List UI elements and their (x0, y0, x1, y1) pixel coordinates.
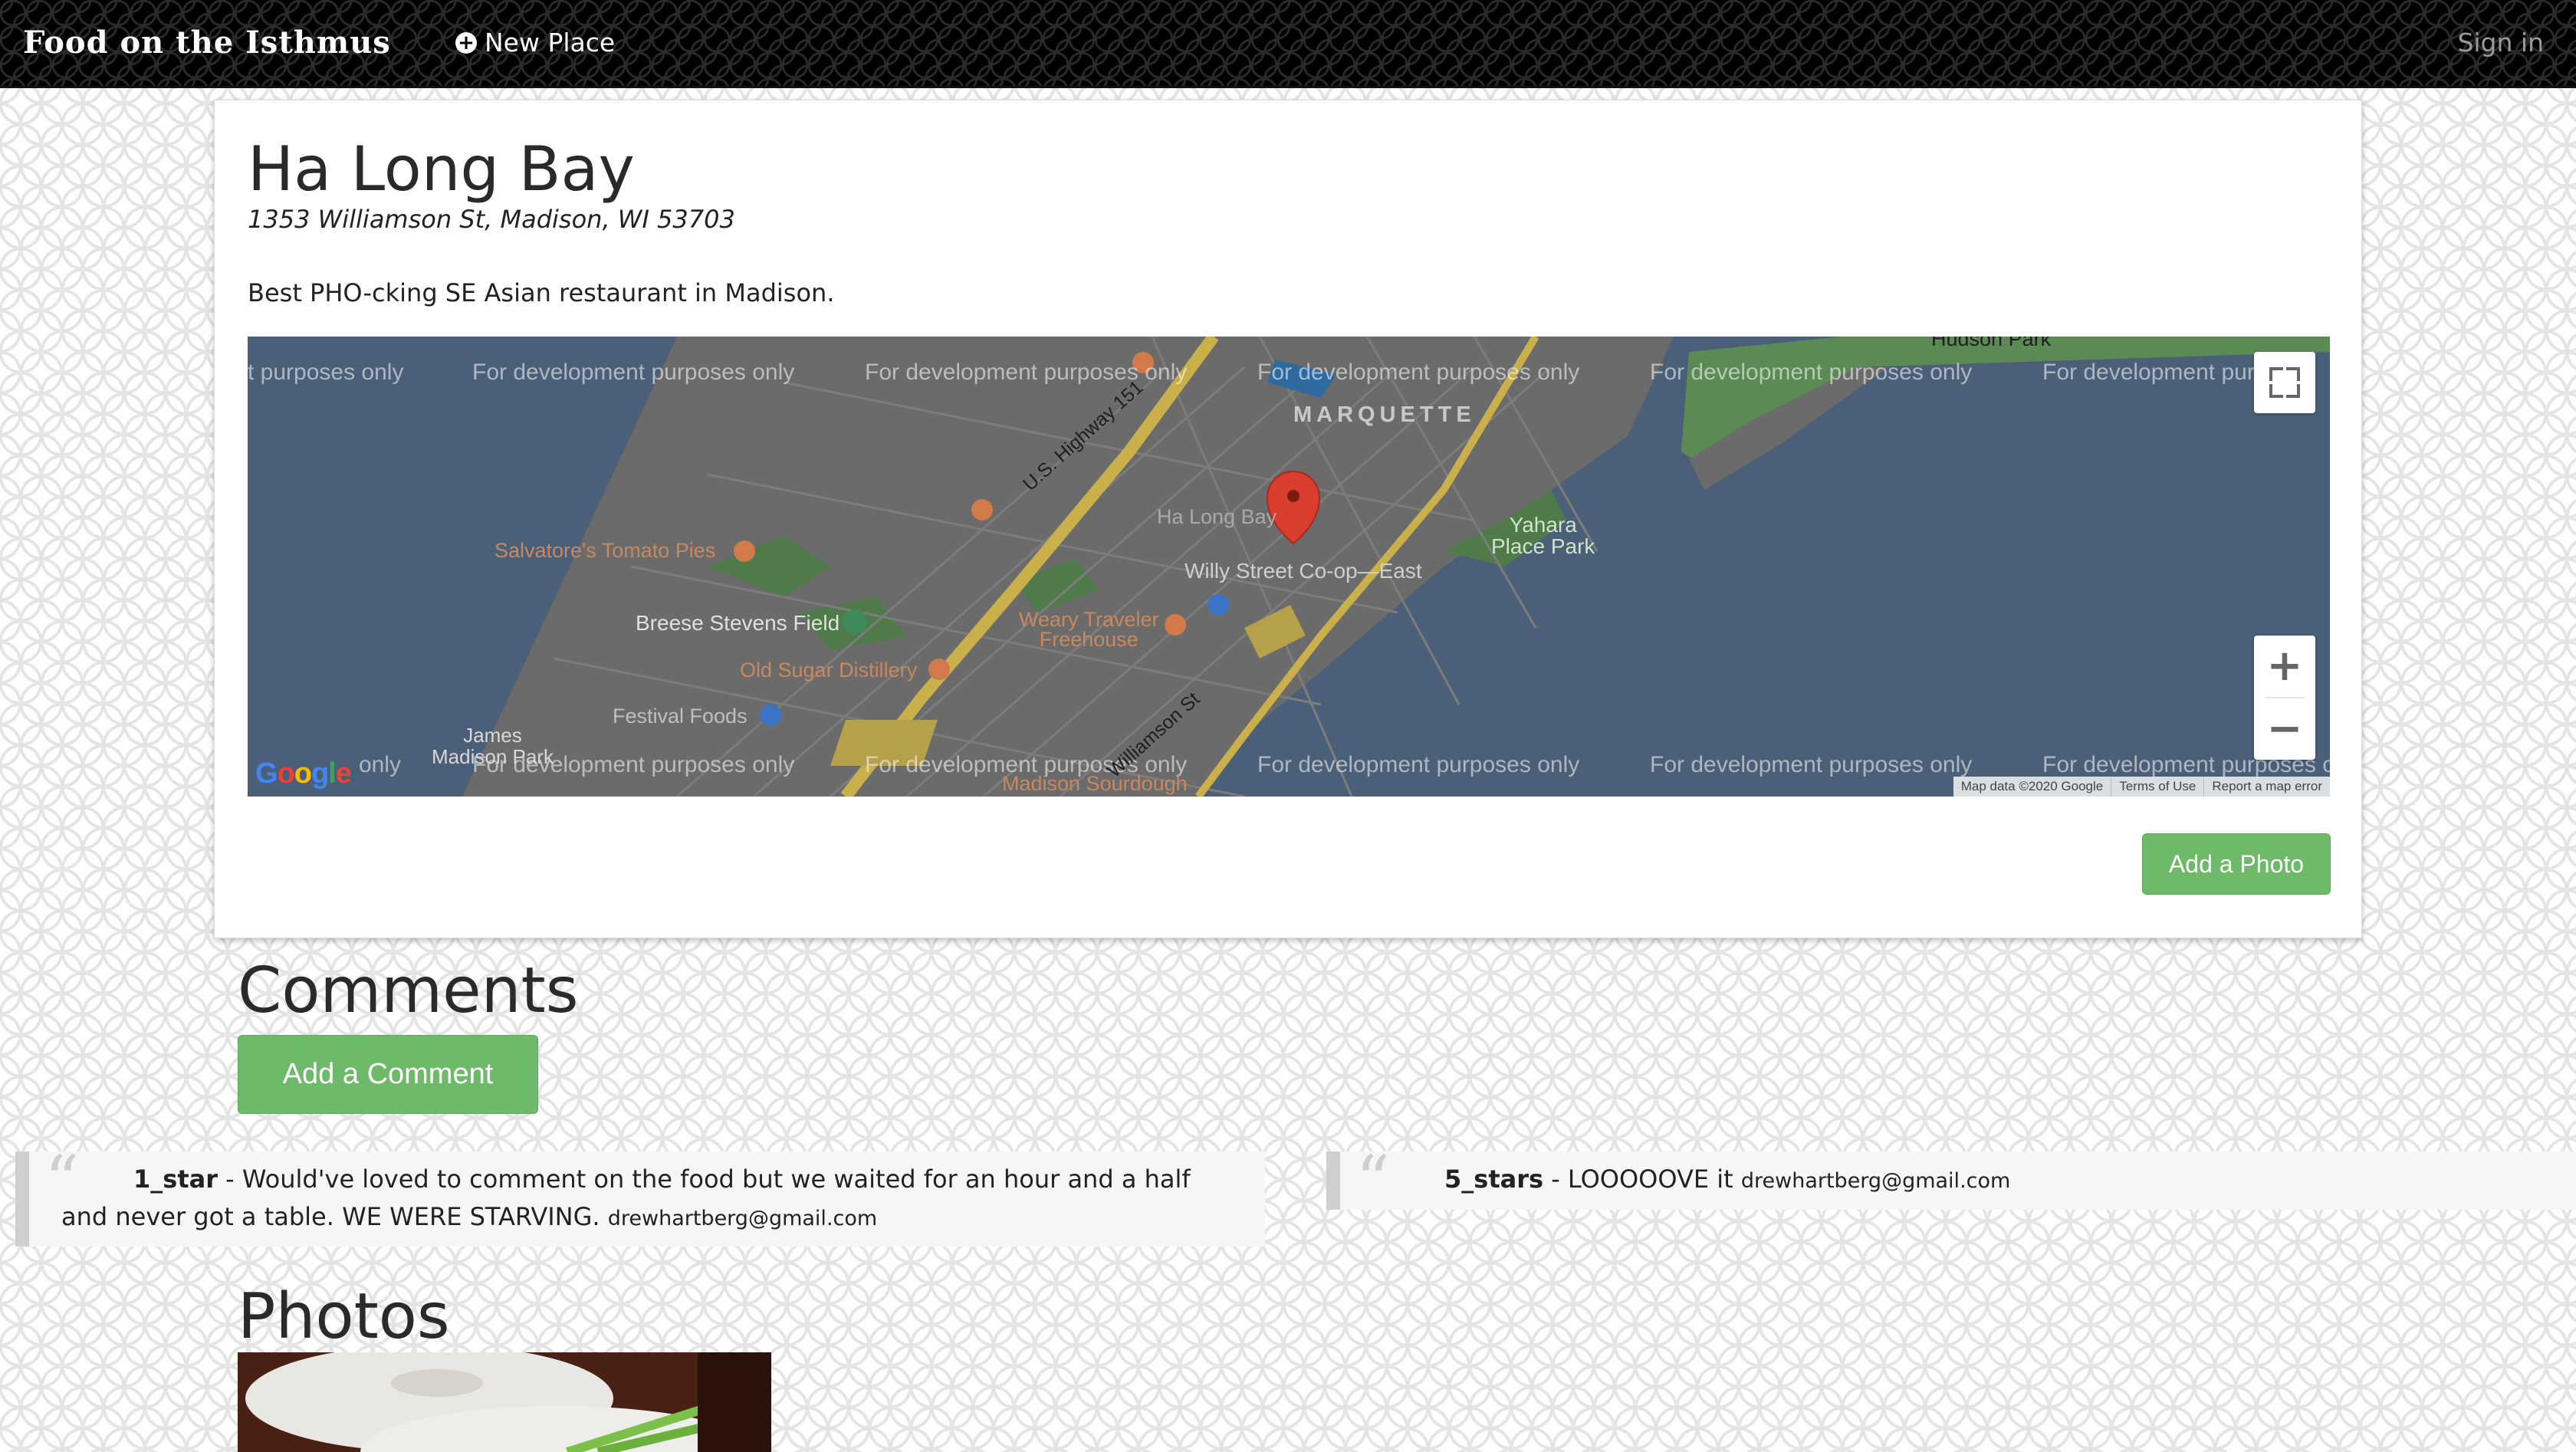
map-watermark: For development purposes only (1650, 752, 1973, 777)
map-watermark: For development purposes only (1257, 752, 1580, 777)
comment-text: 5_stars - LOOOOOVE it drewhartberg@gmail… (1372, 1161, 2553, 1200)
map-watermark: For development purposes only (1650, 360, 1973, 385)
map-data-credit: Map data ©2020 Google (1960, 779, 2104, 793)
fullscreen-icon (2286, 384, 2300, 398)
new-place-link[interactable]: + New Place (455, 20, 615, 66)
terms-of-use-link[interactable]: Terms of Use (2111, 777, 2203, 797)
map-label-place: Willy Street Co-op—East (1184, 559, 1422, 583)
place-title: Ha Long Bay (248, 133, 635, 205)
add-comment-button[interactable]: Add a Comment (238, 1035, 538, 1114)
map-watermark: For development purposes only (1257, 360, 1580, 385)
map-label-neighborhood: MARQUETTE (1293, 402, 1476, 427)
map-watermark: only (359, 752, 402, 777)
new-place-label: New Place (485, 28, 616, 57)
fullscreen-icon (2269, 367, 2283, 381)
map-label-place: Hudson Park (1931, 337, 2052, 350)
map-label-place: Salvatore's Tomato Pies (495, 539, 716, 562)
map-watermark: For development pur (2042, 360, 2255, 385)
comment-item: “ 1_star - Would've loved to comment on … (15, 1147, 1265, 1247)
photos-heading: Photos (238, 1280, 450, 1353)
map[interactable]: t purposes only For development purposes… (248, 337, 2330, 797)
fullscreen-icon (2286, 367, 2300, 381)
brand-logo-link[interactable]: Food on the Isthmus (23, 20, 391, 66)
map-label-place: Yahara Place Park (1491, 513, 1595, 558)
zoom-out-button[interactable]: − (2254, 698, 2315, 760)
comments-heading: Comments (238, 954, 579, 1027)
map-watermark: For development purposes only (865, 360, 1188, 385)
comment-author-email: drewhartberg@gmail.com (1740, 1169, 2011, 1193)
comment-text: 1_star - Would've loved to comment on th… (61, 1161, 1242, 1237)
plus-circle-icon: + (455, 32, 477, 54)
place-photo[interactable] (238, 1352, 771, 1452)
zoom-control: + − (2254, 636, 2315, 760)
place-card: Ha Long Bay 1353 Williamson St, Madison,… (214, 100, 2362, 938)
map-label-place: Old Sugar Distillery (740, 659, 918, 682)
zoom-in-button[interactable]: + (2254, 636, 2315, 697)
map-label-place: Ha Long Bay (1157, 505, 1277, 528)
map-attribution: Map data ©2020 Google Terms of Use Repor… (1953, 777, 2330, 797)
sign-in-link[interactable]: Sign in (2457, 20, 2544, 66)
report-map-error-link[interactable]: Report a map error (2203, 777, 2330, 797)
add-photo-button[interactable]: Add a Photo (2142, 833, 2331, 895)
map-watermark: For development purposes only (472, 360, 795, 385)
place-description: Best PHO-cking SE Asian restaurant in Ma… (248, 278, 835, 307)
fullscreen-button[interactable] (2254, 352, 2315, 413)
navbar: Food on the Isthmus + New Place Sign in (0, 0, 2576, 88)
map-label-place: James Madison Park (432, 724, 554, 768)
map-label-place: Madison Sourdough (1002, 772, 1188, 795)
comment-rating: 5_stars (1444, 1165, 1544, 1194)
comment-body: - LOOOOOVE it (1543, 1165, 1733, 1194)
comment-item: “ 5_stars - LOOOOOVE it drewhartberg@gma… (1326, 1147, 2576, 1214)
fullscreen-icon (2269, 384, 2283, 398)
photo-image (238, 1352, 771, 1452)
comment-author-email: drewhartberg@gmail.com (607, 1207, 878, 1230)
map-label-place: Breese Stevens Field (636, 611, 840, 635)
comment-rating: 1_star (133, 1165, 218, 1194)
map-label-place: Festival Foods (613, 705, 748, 728)
place-address: 1353 Williamson St, Madison, WI 53703 (248, 205, 735, 234)
google-logo: Google (255, 757, 352, 790)
map-watermark: t purposes only (248, 360, 404, 385)
map-label-place: Weary Traveler Freehouse (1019, 608, 1159, 651)
